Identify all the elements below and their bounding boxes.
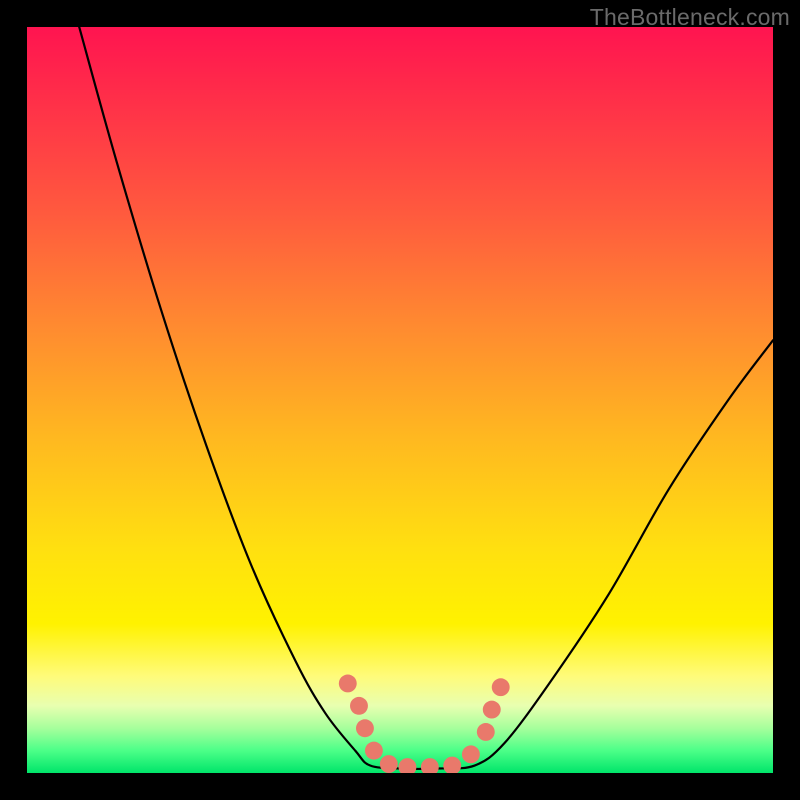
- data-marker: [483, 701, 501, 719]
- watermark-text: TheBottleneck.com: [590, 4, 790, 31]
- chart-frame: TheBottleneck.com: [0, 0, 800, 800]
- data-marker: [477, 723, 495, 741]
- data-marker: [462, 745, 480, 763]
- data-marker: [443, 757, 461, 773]
- data-marker: [356, 719, 374, 737]
- data-marker: [365, 742, 383, 760]
- data-marker: [492, 678, 510, 696]
- data-marker: [399, 758, 417, 773]
- data-marker: [380, 755, 398, 773]
- plot-area: [27, 27, 773, 773]
- data-marker: [350, 697, 368, 715]
- data-marker: [339, 675, 357, 693]
- curve-path: [79, 27, 773, 769]
- bottleneck-curve: [27, 27, 773, 773]
- data-marker: [421, 758, 439, 773]
